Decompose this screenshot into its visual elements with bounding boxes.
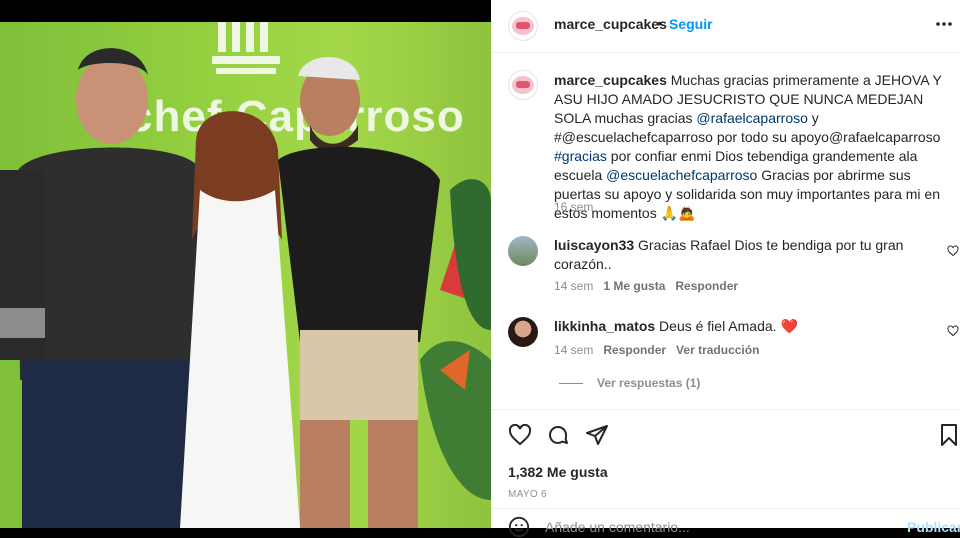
reply-button[interactable]: Responder xyxy=(675,279,738,293)
separator-dot: • xyxy=(657,15,662,31)
share-send-icon[interactable] xyxy=(585,423,609,447)
comment-meta: 14 sem 1 Me gusta Responder xyxy=(554,279,738,293)
reply-button[interactable]: Responder xyxy=(603,343,666,357)
author-username[interactable]: marce_cupcakes xyxy=(554,16,667,32)
like-comment-heart-icon[interactable] xyxy=(947,325,959,337)
people-in-photo xyxy=(0,48,491,528)
post-photo[interactable]: chef Caparroso xyxy=(0,0,491,528)
comment-text: Deus é fiel Amada. ❤️ xyxy=(655,318,798,334)
caption-avatar[interactable] xyxy=(508,70,538,100)
comment-item: likkinha_matos Deus é fiel Amada. ❤️ xyxy=(554,317,934,336)
comment-time[interactable]: 14 sem xyxy=(554,279,593,293)
post-caption: marce_cupcakes Muchas gracias primeramen… xyxy=(554,71,949,223)
post-date: MAYO 6 xyxy=(508,489,547,500)
caption-time[interactable]: 16 sem xyxy=(554,200,593,214)
follow-button[interactable]: Seguir xyxy=(669,16,713,32)
mention-link[interactable]: @escuelachefcaparroso xyxy=(606,167,757,183)
comment-username[interactable]: likkinha_matos xyxy=(554,318,655,334)
post-header: marce_cupcakes • Seguir xyxy=(491,0,960,53)
commenter-avatar[interactable] xyxy=(508,317,538,347)
like-comment-heart-icon[interactable] xyxy=(947,245,959,257)
comment-likes[interactable]: 1 Me gusta xyxy=(603,279,665,293)
emoji-icon[interactable] xyxy=(508,516,530,538)
caption-username[interactable]: marce_cupcakes xyxy=(554,72,667,88)
commenter-avatar[interactable] xyxy=(508,236,538,266)
like-heart-icon[interactable] xyxy=(508,423,532,447)
hashtag-link[interactable]: #gracias xyxy=(554,148,607,164)
comment-bubble-icon[interactable] xyxy=(546,423,570,447)
translate-button[interactable]: Ver traducción xyxy=(676,343,759,357)
likes-count[interactable]: 1,382 Me gusta xyxy=(508,464,608,480)
comment-time[interactable]: 14 sem xyxy=(554,343,593,357)
publish-button[interactable]: Publicar xyxy=(907,519,960,535)
save-bookmark-icon[interactable] xyxy=(937,423,960,447)
view-replies-button[interactable]: Ver respuestas (1) xyxy=(559,376,700,390)
comment-item: luiscayon33 Gracias Rafael Dios te bendi… xyxy=(554,236,934,274)
actions-divider xyxy=(491,409,960,411)
post-details-panel: marce_cupcakes • Seguir marce_cupcakes M… xyxy=(491,0,960,538)
comment-meta: 14 sem Responder Ver traducción xyxy=(554,343,759,357)
more-options-icon[interactable] xyxy=(934,17,954,31)
comment-input[interactable]: Añade un comentario... xyxy=(545,519,690,535)
mention-link[interactable]: @rafaelcaparroso xyxy=(696,110,808,126)
add-comment-bar: Añade un comentario... Publicar xyxy=(491,508,960,538)
author-avatar[interactable] xyxy=(508,11,538,41)
comment-username[interactable]: luiscayon33 xyxy=(554,237,634,253)
